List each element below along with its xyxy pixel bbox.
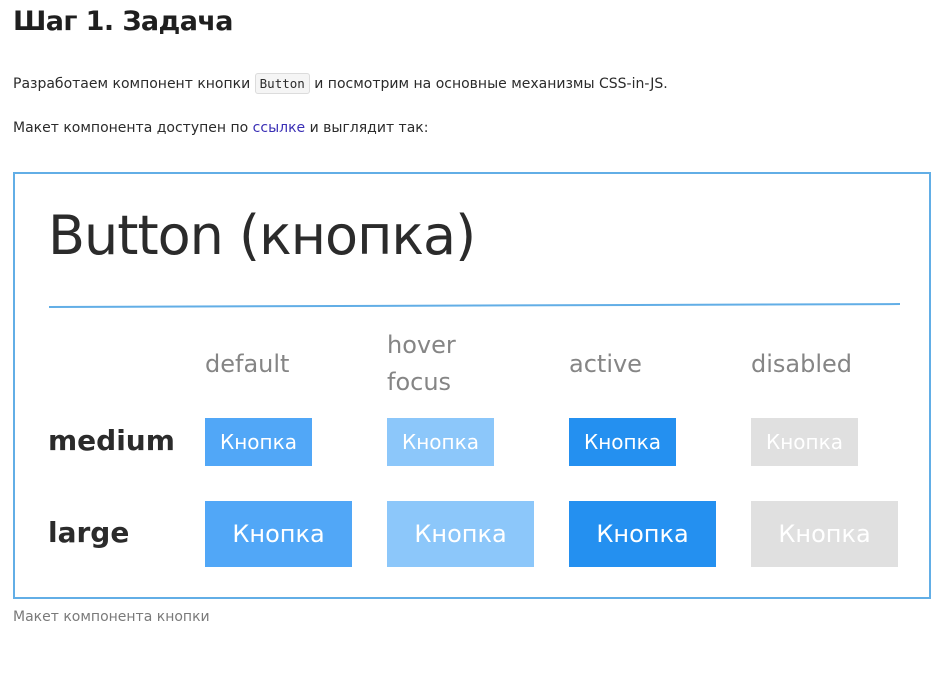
state-label-disabled: disabled: [751, 350, 853, 378]
intro-paragraph: Разработаем компонент кнопки Button и по…: [13, 73, 668, 94]
figure-caption: Макет компонента кнопки: [13, 609, 210, 625]
state-label-active: active: [569, 350, 642, 378]
size-label-medium: medium: [48, 424, 175, 457]
page-title: Шаг 1. Задача: [13, 6, 234, 37]
size-label-large: large: [48, 516, 130, 549]
state-label-hover-focus: hover focus: [387, 331, 456, 396]
layout-text-end: и выглядит так:: [305, 120, 429, 136]
mockup-divider: [48, 303, 900, 308]
button-medium-default[interactable]: Кнопка: [205, 418, 312, 466]
state-label-default: default: [205, 350, 290, 378]
layout-paragraph: Макет компонента доступен по ссылке и вы…: [13, 120, 428, 136]
intro-text-start: Разработаем компонент кнопки: [13, 76, 255, 92]
button-large-disabled: Кнопка: [751, 501, 898, 567]
button-medium-disabled: Кнопка: [751, 418, 858, 466]
intro-text-end: и посмотрим на основные механизмы CSS-in…: [309, 76, 668, 92]
inline-code-button: Button: [254, 73, 310, 94]
layout-link[interactable]: ссылке: [253, 120, 305, 136]
button-mockup-image: Button (кнопка) default hover focus acti…: [13, 172, 931, 599]
button-medium-hover-focus[interactable]: Кнопка: [387, 418, 494, 466]
button-medium-active[interactable]: Кнопка: [569, 418, 676, 466]
button-large-active[interactable]: Кнопка: [569, 501, 716, 567]
button-large-default[interactable]: Кнопка: [205, 501, 352, 567]
layout-text-start: Макет компонента доступен по: [13, 120, 253, 136]
mockup-title: Button (кнопка): [48, 204, 476, 267]
button-large-hover-focus[interactable]: Кнопка: [387, 501, 534, 567]
